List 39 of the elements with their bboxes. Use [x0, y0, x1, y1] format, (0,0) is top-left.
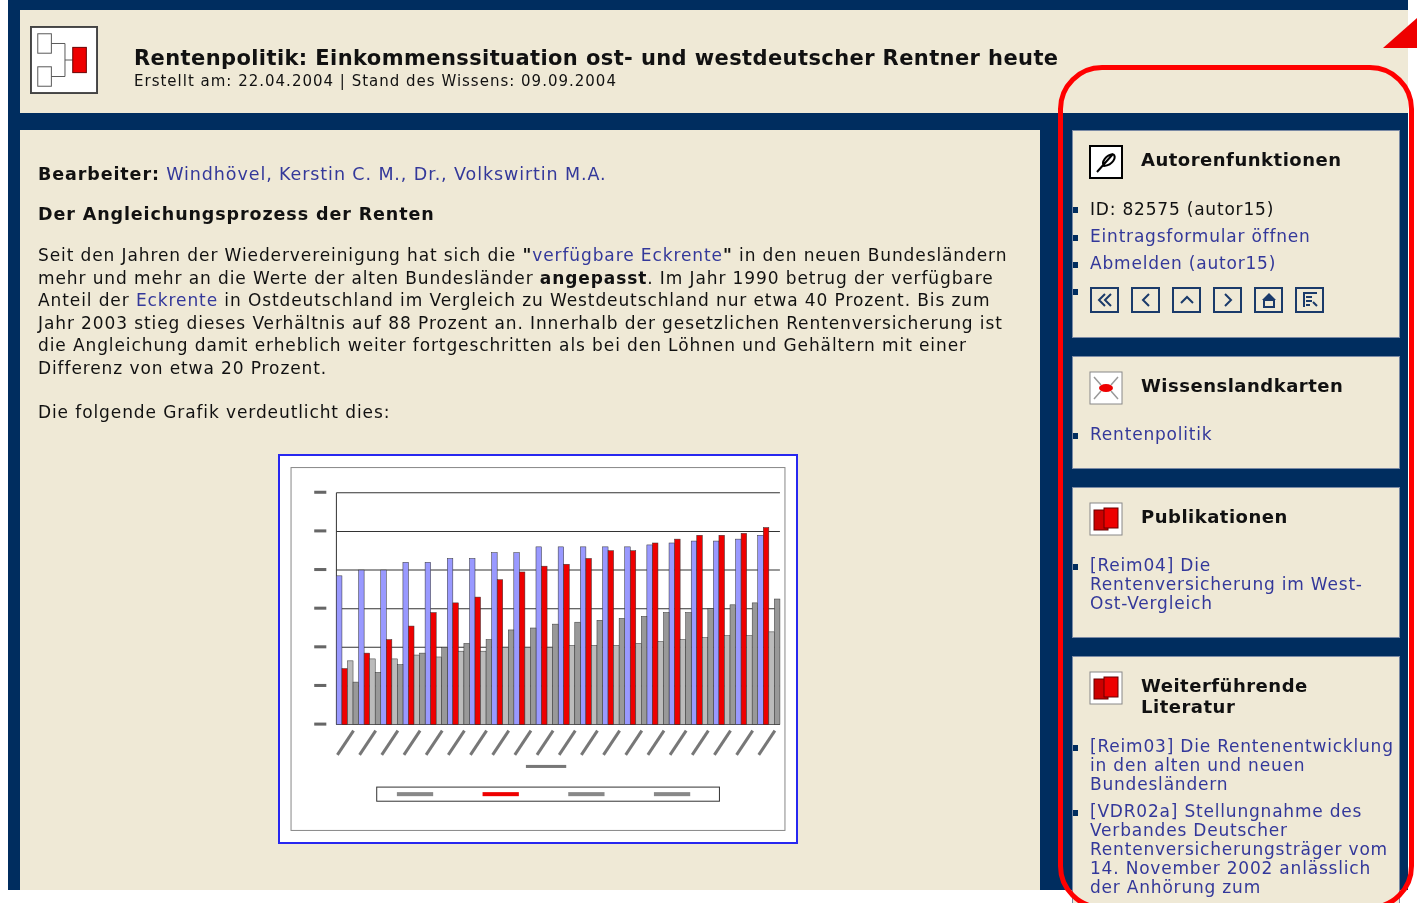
sidebar-link[interactable]: Eintragsformular öffnen: [1090, 227, 1311, 246]
chart-intro: Die folgende Grafik verdeutlicht dies:: [38, 401, 392, 424]
bullet-icon: [1073, 564, 1078, 570]
bullet-icon: [1073, 207, 1078, 213]
panel-title: Weiterführende Literatur: [1141, 674, 1309, 717]
page-title: Rentenpolitik: Einkommenssituation ost- und westdeutscher Rentner heute: [134, 46, 1059, 70]
panel-title: Wissenslandkarten: [1141, 374, 1344, 396]
editor-link[interactable]: Windhövel, Kerstin C. M., Dr., Volkswirtin M.A.: [166, 164, 607, 184]
author-id: ID: 82575 (autor15): [1090, 199, 1275, 219]
bullet-icon: [1073, 289, 1078, 295]
next-button[interactable]: [1213, 287, 1242, 313]
sidebar-link[interactable]: [VDR02a] Stellungnahme des Verbandes Deutscher Rentenversicherungsträger vom 14. November 2002 anlässlich der Anhörung zum: [1090, 802, 1399, 897]
bullet-icon: [1073, 262, 1078, 268]
editor-line: Bearbeiter: Windhövel, Kerstin C. M., Dr., Volkswirtin M.A.: [38, 164, 608, 184]
home-button[interactable]: [1254, 287, 1283, 313]
sidebar-link[interactable]: Rentenpolitik: [1090, 425, 1213, 444]
glossary-link[interactable]: verfügbare Eckrente: [532, 245, 723, 265]
bullet-icon: [1073, 433, 1078, 439]
page-dates: Erstellt am: 22.04.2004 | Stand des Wissens: 09.09.2004: [134, 72, 618, 90]
sidebar-link[interactable]: [Reim03] Die Rentenentwicklung in den alten und neuen Bundesländern: [1090, 737, 1399, 794]
first-button[interactable]: [1090, 287, 1119, 313]
bullet-icon: [1073, 235, 1078, 241]
books-icon: [1089, 671, 1123, 705]
up-button[interactable]: [1172, 287, 1201, 313]
panel-title: Autorenfunktionen: [1141, 148, 1342, 170]
diagram-icon: [30, 26, 98, 94]
sitemap-button[interactable]: [1295, 287, 1324, 313]
feather-icon: [1089, 145, 1123, 179]
books-icon: [1089, 502, 1123, 536]
sidebar-link[interactable]: Abmelden (autor15): [1090, 254, 1277, 273]
previous-button[interactable]: [1131, 287, 1160, 313]
panel-title: Publikationen: [1141, 505, 1288, 527]
map-icon: [1089, 371, 1123, 405]
glossary-link[interactable]: Eckrente: [135, 290, 219, 310]
bullet-icon: [1073, 810, 1078, 816]
body-paragraph: Seit den Jahren der Wiedervereinigung hat sich die "verfügbare Eckrente" in den neuen Bundesländern mehr und mehr an die Werte der alten Bundesländer angepasst. Im Jahr 1990 betrug der verfügbare Anteil der Eckrente in Ostdeutschland im Vergleich zu Westdeutschland nur etwa 40 Prozent. Bis zum Jahr 2003 stieg dieses Verhältnis auf 88 Prozent an. Innerhalb der gesetzlichen Rentenversicherung ist die Angleichung damit erheblich weiter fortgeschritten als bei den Löhnen und Gehältern mit einer Differenz von etwa 20 Prozent.: [38, 244, 1009, 379]
section-heading: Der Angleichungsprozess der Renten: [38, 204, 436, 224]
sidebar-link[interactable]: [Reim04] Die Rentenversicherung im West-Ost-Vergleich: [1090, 556, 1399, 613]
bullet-icon: [1073, 745, 1078, 751]
